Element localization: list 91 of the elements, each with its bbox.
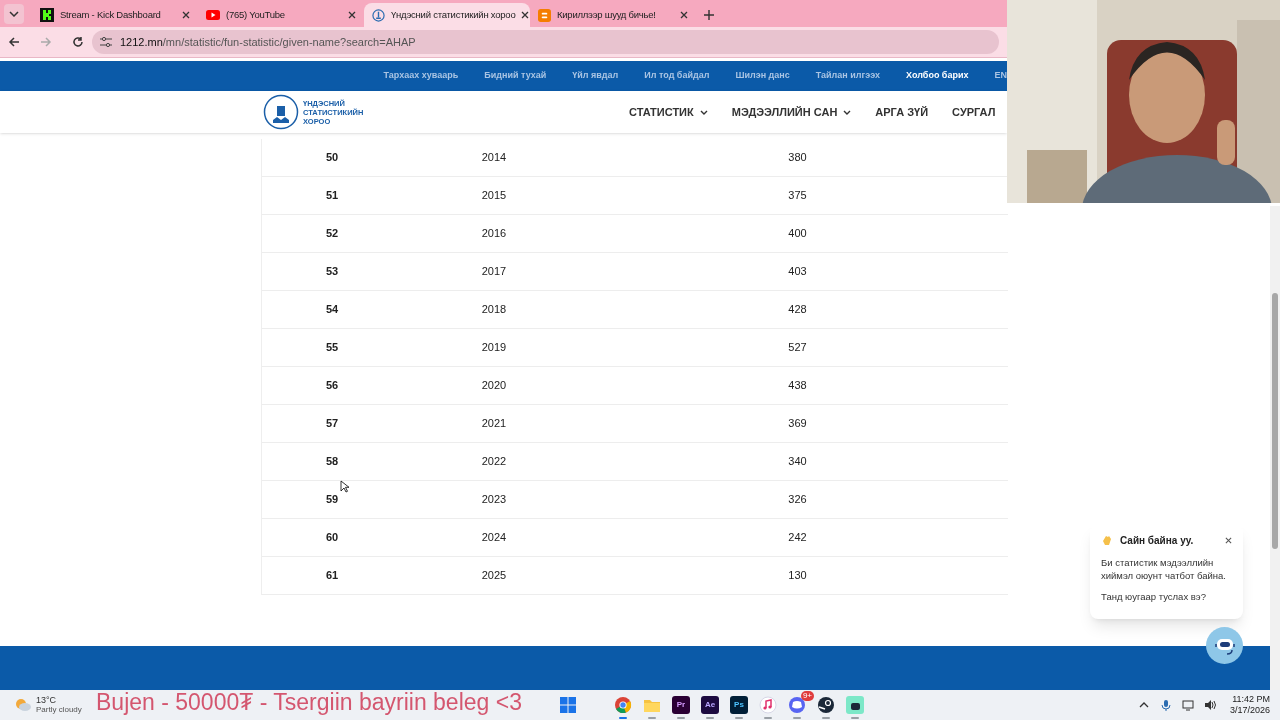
- close-icon[interactable]: [182, 11, 190, 19]
- table-cell-text: 57: [325, 416, 339, 432]
- table-cell-text: 53: [325, 264, 339, 280]
- table-cell-text: 60: [325, 530, 339, 546]
- new-tab-icon[interactable]: [704, 10, 714, 20]
- table-cell-text: 2023: [481, 492, 507, 508]
- table-cell-text: 340: [788, 454, 807, 470]
- back-icon[interactable]: [8, 36, 20, 48]
- network-icon[interactable]: [1181, 699, 1194, 711]
- table-cell-text: 380: [788, 150, 807, 166]
- clock-time: 11:42 PM: [1232, 694, 1270, 705]
- table-cell-text: 2017: [481, 264, 507, 280]
- blog-logo-icon: [538, 8, 551, 22]
- chat-message: Би статистик мэдээллийн хиймэл оюунт чатбот байна.: [1101, 556, 1227, 582]
- top-nav-link[interactable]: Ил тод байдал: [644, 69, 710, 83]
- table-cell-text: 2014: [481, 150, 507, 166]
- main-nav-link[interactable]: МЭДЭЭЛЛИЙН САН: [731, 103, 852, 121]
- kick-logo-icon: [40, 8, 54, 22]
- table-cell-text: 400: [788, 226, 807, 242]
- clock-date: 3/17/2026: [1229, 705, 1270, 716]
- tab-title: Кириллээр шууд бичье!: [557, 7, 657, 22]
- table-cell-text: 369: [788, 416, 807, 432]
- weather-text: Partly cloudy: [36, 705, 82, 715]
- table-cell-text: 2020: [481, 378, 507, 394]
- top-nav-link[interactable]: Үйл явдал: [572, 69, 619, 83]
- close-icon[interactable]: [521, 11, 530, 19]
- top-nav-link[interactable]: Холбоо барих: [906, 69, 969, 83]
- table-cell-text: 58: [325, 454, 339, 470]
- top-nav-link[interactable]: Шилэн данс: [735, 69, 790, 83]
- close-icon[interactable]: [680, 11, 688, 19]
- table-cell-text: 326: [788, 492, 807, 508]
- table-cell-text: 56: [325, 378, 339, 394]
- emblem-icon: [372, 8, 385, 22]
- table-cell-text: 2022: [481, 454, 507, 470]
- table-cell-text: 52: [325, 226, 339, 242]
- table-cell-text: 428: [788, 302, 807, 318]
- emblem-logo-icon: [263, 94, 299, 130]
- stream-alert-text: Bujen - 50000₮ - Tsergiin bayriin beleg <3: [96, 688, 522, 717]
- mouse-cursor-icon: [340, 480, 349, 493]
- table-cell-text: 59: [325, 492, 339, 508]
- top-nav-link[interactable]: Тайлан илгээх: [815, 69, 881, 83]
- windows-start-icon[interactable]: [560, 697, 576, 713]
- site-settings-icon[interactable]: [100, 37, 112, 47]
- weather-icon: [14, 698, 32, 712]
- table-cell-text: 130: [788, 568, 807, 584]
- main-nav-link[interactable]: СТАТИСТИК: [629, 103, 708, 121]
- tab-list-button[interactable]: [4, 4, 24, 24]
- table-cell-text: 61: [325, 568, 339, 584]
- top-nav-link[interactable]: Бидний тухай: [484, 69, 547, 83]
- microphone-icon[interactable]: [1159, 699, 1172, 711]
- table-cell-text: 2019: [481, 340, 507, 356]
- chat-greeting: Сайн байна уу.: [1120, 534, 1195, 548]
- browser-tab[interactable]: (765) YouTube: [198, 3, 364, 27]
- table-cell-text: 51: [325, 188, 339, 204]
- table-cell-text: 2018: [481, 302, 507, 318]
- table-cell-text: 527: [788, 340, 807, 356]
- scrollbar[interactable]: [1270, 206, 1280, 690]
- top-nav-link[interactable]: EN: [994, 69, 1007, 83]
- table-cell-text: 50: [325, 150, 339, 166]
- address-bar[interactable]: 1212.mn/mn/statistic/fun-statistic/given-name?search=АНАР: [92, 30, 999, 54]
- play-logo-icon: [206, 10, 220, 20]
- table-cell-text: 2016: [481, 226, 507, 242]
- table-cell-text: 403: [788, 264, 807, 280]
- browser-tab[interactable]: Үндэсний статистикийн хороо: [364, 3, 530, 27]
- table-cell-text: 2015: [481, 188, 507, 204]
- tab-title: Үндэсний статистикийн хороо: [391, 7, 516, 22]
- notification-badge: 9+: [800, 691, 814, 701]
- url-text: 1212.mn/mn/statistic/fun-statistic/given-name?search=АНАР: [120, 34, 416, 50]
- browser-tab[interactable]: Кириллээр шууд бичье!: [530, 3, 696, 27]
- chat-question: Танд юугаар туслах вэ?: [1101, 590, 1207, 604]
- table-cell-text: 2025: [481, 568, 507, 584]
- table-cell-text: 2024: [481, 530, 507, 546]
- reload-icon[interactable]: [72, 36, 84, 48]
- close-icon[interactable]: [348, 11, 356, 19]
- speaker-icon[interactable]: [1203, 699, 1216, 711]
- top-nav-link[interactable]: Тархаах хуваарь: [383, 69, 459, 83]
- table-cell-text: 2021: [481, 416, 507, 432]
- table-cell-text: 54: [325, 302, 339, 318]
- weather-temperature: 13°C: [36, 695, 58, 705]
- table-cell-text: 438: [788, 378, 807, 394]
- table-cell-text: 242: [788, 530, 807, 546]
- tab-title: Stream - Kick Dashboard: [60, 7, 162, 22]
- table-cell-text: 55: [325, 340, 339, 356]
- table-cell-text: 375: [788, 188, 807, 204]
- browser-tab[interactable]: Stream - Kick Dashboard: [32, 3, 198, 27]
- chevron-down-icon: [9, 11, 19, 17]
- main-nav-link[interactable]: СУРГАЛ: [952, 103, 996, 121]
- close-icon[interactable]: [1225, 537, 1232, 544]
- waving-hand-icon: [1101, 535, 1112, 546]
- main-nav-link[interactable]: АРГА ЗҮЙ: [875, 103, 929, 121]
- tab-title: (765) YouTube: [226, 7, 286, 22]
